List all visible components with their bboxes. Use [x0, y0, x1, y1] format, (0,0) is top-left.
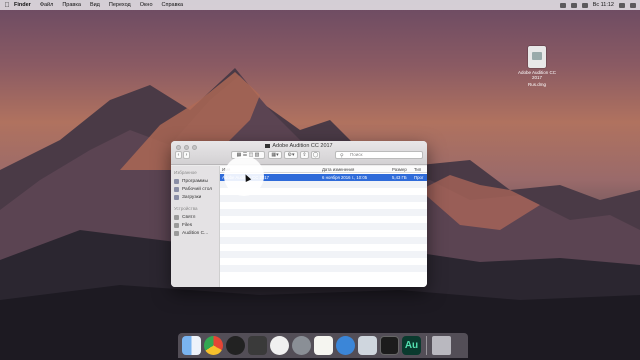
forward-button[interactable]: ›: [183, 151, 190, 159]
terminal-icon[interactable]: [380, 336, 399, 355]
desktop-file-label-2: Rus.dmg: [527, 82, 546, 87]
menu-window[interactable]: Окно: [140, 2, 153, 8]
empty-row: [220, 237, 427, 244]
empty-row: [220, 258, 427, 265]
sidebar-item-label: Рабочий стол: [182, 186, 213, 192]
status-area: Вс 11:12: [559, 0, 636, 10]
magnifier-icon: ⚲: [340, 153, 344, 159]
empty-row: [220, 265, 427, 272]
file-date: 6 ноября 2016 г., 10:05: [322, 175, 368, 180]
column-size[interactable]: Размер: [390, 166, 412, 172]
desktop-icon: [174, 186, 179, 192]
window-title-text: Adobe Audition CC 2017: [272, 143, 333, 149]
finder-titlebar[interactable]: Adobe Audition CC 2017 ‹ › ▦ ☰ ◫ ▧ ▦▾ ⚙▾…: [171, 141, 427, 165]
empty-row: [220, 230, 427, 237]
empty-row: [220, 272, 427, 279]
empty-row: [220, 223, 427, 230]
share-icon[interactable]: ⇧: [300, 151, 309, 159]
applications-icon: [174, 178, 179, 184]
volume-icon: [265, 143, 271, 148]
sidebar-item-label: Files: [182, 222, 193, 228]
devices-header: Устройства: [174, 206, 198, 211]
chrome-icon[interactable]: [204, 336, 223, 355]
sidebar-item-label: Программы: [182, 178, 208, 184]
dock: Au: [178, 333, 468, 358]
trash-icon[interactable]: [432, 336, 451, 355]
empty-row: [220, 195, 427, 202]
sidebar-item-downloads[interactable]: Загрузки: [171, 193, 219, 201]
column-date[interactable]: Дата изменения: [320, 166, 390, 172]
menu-view[interactable]: Вид: [90, 2, 100, 8]
settings-icon[interactable]: [292, 336, 311, 355]
desktop-dmg-file[interactable]: Adobe Audition CC 2017 Rus.dmg: [515, 46, 559, 87]
finder-icon[interactable]: [182, 336, 201, 355]
disk-icon: [174, 214, 179, 220]
disk-icon: [174, 222, 179, 228]
empty-row: [220, 202, 427, 209]
downloads-icon: [174, 194, 179, 200]
menu-go[interactable]: Переход: [109, 2, 131, 8]
sidebar-item-applications[interactable]: Программы: [171, 177, 219, 185]
sidebar-item-device-1[interactable]: Святл: [171, 213, 219, 221]
battery-icon[interactable]: [581, 2, 588, 8]
audition-icon[interactable]: Au: [402, 336, 421, 355]
sidebar-item-label: Святл: [182, 214, 196, 220]
sidebar-item-device-3[interactable]: Audition C...: [171, 229, 219, 237]
empty-row: [220, 216, 427, 223]
finder-window: Adobe Audition CC 2017 ‹ › ▦ ☰ ◫ ▧ ▦▾ ⚙▾…: [171, 141, 427, 287]
dock-separator: [426, 336, 427, 355]
column-kind[interactable]: Тип: [412, 166, 427, 172]
search-icon[interactable]: [619, 2, 625, 8]
itunes-icon[interactable]: [270, 336, 289, 355]
empty-row: [220, 209, 427, 216]
safari-icon[interactable]: [336, 336, 355, 355]
menu-list-icon[interactable]: [630, 2, 636, 8]
apple-icon[interactable]: : [0, 2, 14, 9]
sidebar-item-desktop[interactable]: Рабочий стол: [171, 185, 219, 193]
menu-help[interactable]: Справка: [162, 2, 184, 8]
menu-bar:  Finder Файл Правка Вид Переход Окно Сп…: [0, 0, 640, 10]
finder-sidebar: Избранное Программы Рабочий стол Загрузк…: [171, 166, 220, 287]
search-input[interactable]: ⚲ Поиск: [335, 151, 423, 159]
file-size: 5,43 ГБ: [392, 175, 407, 180]
favorites-header: Избранное: [174, 170, 197, 175]
disk-icon: [174, 230, 179, 236]
menu-finder[interactable]: Finder: [14, 2, 31, 8]
mouse-icon[interactable]: [226, 336, 245, 355]
volume-icon[interactable]: [570, 2, 577, 8]
sidebar-item-label: Audition C...: [182, 230, 209, 236]
sidebar-item-device-2[interactable]: Files: [171, 221, 219, 229]
preview-icon[interactable]: [358, 336, 377, 355]
action-gear-icon[interactable]: ⚙▾: [284, 151, 298, 159]
clock[interactable]: Вс 11:12: [593, 2, 614, 8]
robot-icon[interactable]: [248, 336, 267, 355]
arrange-button[interactable]: ▦▾: [268, 151, 282, 159]
empty-row: [220, 251, 427, 258]
search-placeholder: Поиск: [350, 152, 363, 157]
window-title: Adobe Audition CC 2017: [171, 143, 427, 149]
dmg-file-icon: [528, 46, 546, 68]
desktop-file-label-1: Adobe Audition CC 2017: [517, 70, 557, 80]
menu-file[interactable]: Файл: [40, 2, 54, 8]
wifi-icon[interactable]: [559, 2, 566, 8]
sidebar-item-label: Загрузки: [182, 194, 202, 200]
back-button[interactable]: ‹: [175, 151, 182, 159]
tag-icon[interactable]: ◯: [311, 151, 320, 159]
file-kind: Прог: [414, 175, 424, 180]
empty-row: [220, 244, 427, 251]
notes-icon[interactable]: [314, 336, 333, 355]
menu-edit[interactable]: Правка: [62, 2, 81, 8]
